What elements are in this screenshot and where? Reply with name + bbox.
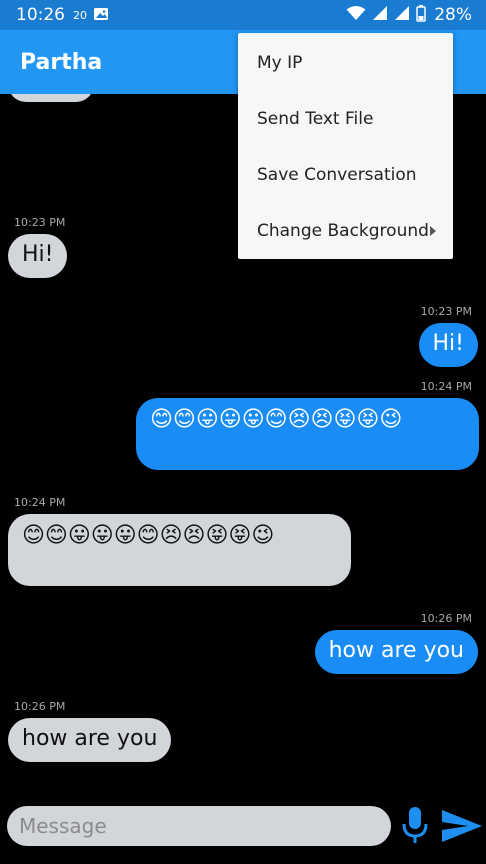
status-bar: 10:26 20 28%: [0, 0, 486, 30]
signal-icon-secondary: [394, 5, 410, 25]
message-bubble-outgoing: 😊😊😛😛😛😊😣😣😝😝😉: [136, 398, 479, 470]
wifi-icon: [346, 5, 366, 25]
message-input[interactable]: [7, 806, 391, 846]
send-icon: [442, 810, 482, 842]
conversation-title: Partha: [20, 49, 103, 75]
menu-item-label: My IP: [257, 53, 303, 73]
microphone-button[interactable]: [398, 804, 432, 848]
status-time: 10:26: [16, 5, 65, 25]
message-timestamp: 10:26 PM: [14, 700, 66, 713]
menu-item-label: Change Background: [257, 221, 429, 241]
message-text: how are you: [328, 638, 464, 663]
menu-item-save-conversation[interactable]: Save Conversation: [238, 147, 453, 203]
input-bar: [0, 800, 486, 864]
menu-item-label: Send Text File: [257, 109, 374, 129]
menu-item-my-ip[interactable]: My IP: [238, 35, 453, 91]
menu-item-label: Save Conversation: [257, 165, 417, 185]
signal-icon: [372, 5, 388, 25]
message-timestamp: 10:24 PM: [14, 496, 66, 509]
menu-item-change-background[interactable]: Change Background: [238, 203, 453, 259]
message-bubble-incoming: Hi!: [8, 234, 68, 278]
status-right: 28%: [346, 4, 472, 26]
menu-item-send-text-file[interactable]: Send Text File: [238, 91, 453, 147]
chat-screen: 10:26 20 28% Partha 10:23 PM Hi! 10:23 P…: [0, 0, 486, 864]
status-left: 10:26 20: [16, 5, 109, 25]
message-text: Hi!: [432, 331, 464, 356]
image-icon: [93, 6, 109, 25]
submenu-arrow-icon: [430, 226, 436, 236]
message-timestamp: 10:23 PM: [420, 305, 472, 318]
battery-icon: [416, 4, 426, 26]
message-bubble-incoming: how are you: [8, 718, 172, 762]
message-bubble-incoming: 😊😊😛😛😛😊😣😣😝😝😉: [8, 514, 351, 586]
message-text: how are you: [22, 726, 158, 751]
message-bubble-outgoing: Hi!: [418, 323, 478, 367]
message-timestamp: 10:26 PM: [420, 612, 472, 625]
message-text: Hi!: [22, 242, 54, 267]
send-button[interactable]: [440, 806, 484, 846]
message-text: 😊😊😛😛😛😊😣😣😝😝😉: [22, 523, 275, 548]
message-timestamp: 10:24 PM: [420, 380, 472, 393]
microphone-icon: [402, 807, 428, 843]
message-timestamp: 10:23 PM: [14, 216, 66, 229]
overflow-menu: My IP Send Text File Save Conversation C…: [238, 33, 453, 259]
message-text: 😊😊😛😛😛😊😣😣😝😝😉: [150, 407, 403, 432]
battery-percentage: 28%: [434, 5, 472, 25]
message-bubble-outgoing: how are you: [314, 630, 478, 674]
message-bubble-incoming-partial: [8, 94, 94, 102]
status-count: 20: [73, 8, 87, 22]
